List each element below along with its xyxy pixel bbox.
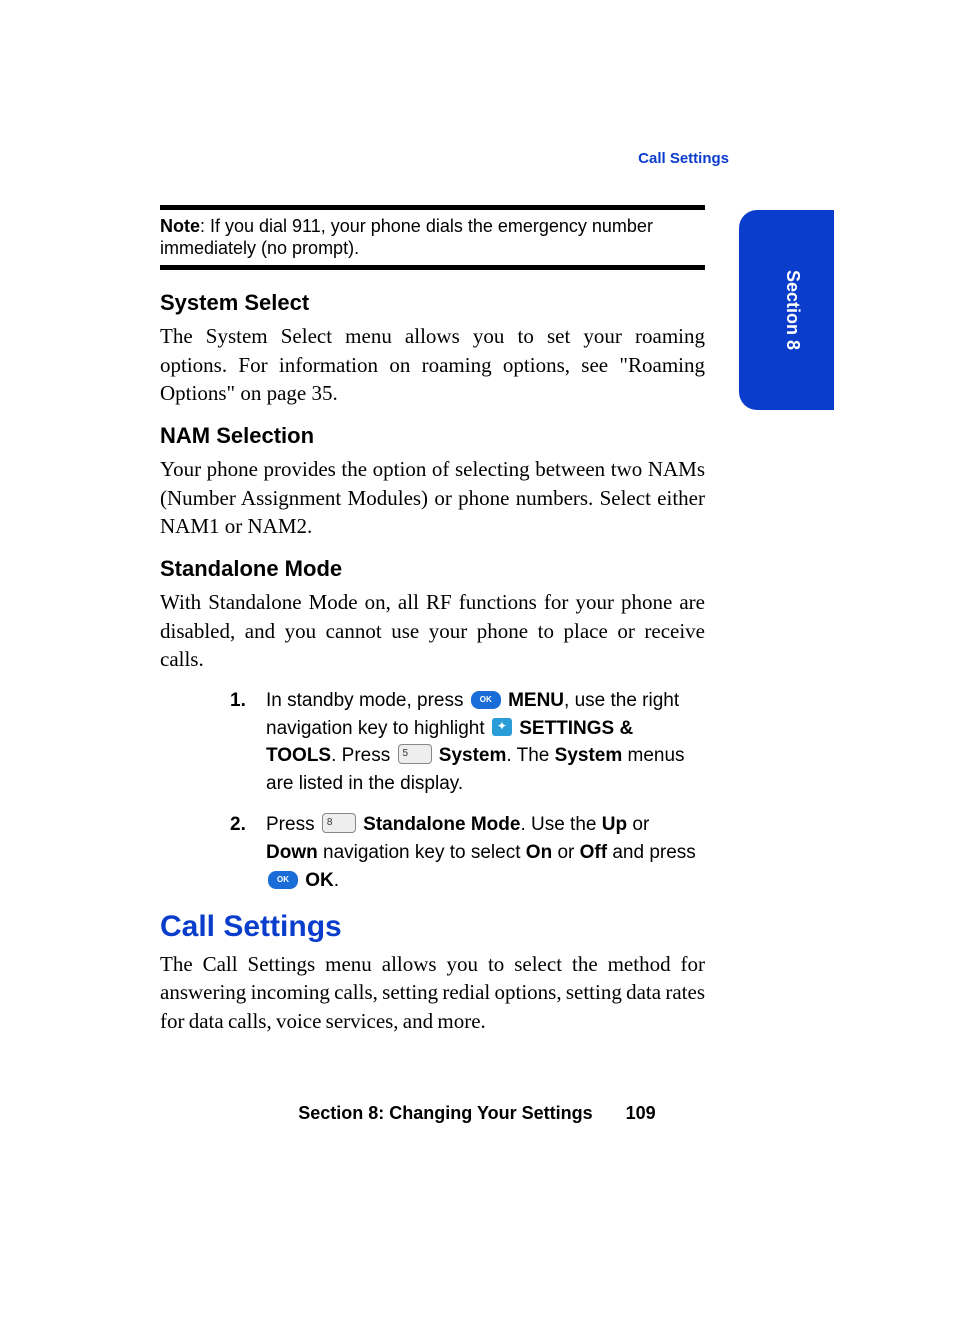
key-5-icon [398,744,432,764]
section-tab-label: Section 8 [783,270,802,350]
step-2-text-a: Press [266,814,320,835]
heading-system-select: System Select [160,290,705,316]
step-1-menu: MENU [508,690,564,711]
note-text: : If you dial 911, your phone dials the … [160,216,653,258]
heading-nam-selection: NAM Selection [160,423,705,449]
body-standalone-mode: With Standalone Mode on, all RF function… [160,588,705,673]
section-tab: Section 8 [739,210,834,410]
step-2-on: On [526,842,552,863]
ok-button-icon [471,691,501,709]
footer-page-number: 109 [626,1103,656,1123]
step-2-down: Down [266,842,318,863]
step-2-number: 2. [230,811,246,839]
body-system-select: The System Select menu allows you to set… [160,322,705,407]
heading-call-settings: Call Settings [160,910,705,944]
steps-list: 1. In standby mode, press MENU, use the … [230,687,705,894]
step-2-off: Off [580,842,607,863]
step-2-ok: OK [305,870,334,891]
key-8-icon [322,813,356,833]
step-2-text-g: . [334,870,339,891]
running-head: Call Settings [638,150,729,167]
step-1-text-c: . Press [331,745,395,766]
step-1-number: 1. [230,687,246,715]
body-nam-selection: Your phone provides the option of select… [160,455,705,540]
step-2-text-f: and press [607,842,696,863]
step-2-text-c: or [627,814,649,835]
page-footer: Section 8: Changing Your Settings 109 [0,1103,954,1124]
step-2-text-b: . Use the [520,814,601,835]
footer-title: Section 8: Changing Your Settings [298,1103,592,1123]
step-1-system: System [439,745,507,766]
step-2-text-e: or [552,842,579,863]
note-box: Note: If you dial 911, your phone dials … [160,205,705,270]
step-2-standalone: Standalone Mode [363,814,520,835]
step-2-text-d: navigation key to select [318,842,526,863]
step-2: 2. Press Standalone Mode. Use the Up or … [230,811,705,894]
step-1-system2: System [555,745,623,766]
body-call-settings: The Call Settings menu allows you to sel… [160,950,705,1035]
heading-standalone-mode: Standalone Mode [160,556,705,582]
step-1: 1. In standby mode, press MENU, use the … [230,687,705,797]
note-label: Note [160,216,200,236]
ok-button-icon [268,871,298,889]
step-1-text-d: . The [506,745,554,766]
step-2-up: Up [602,814,627,835]
tools-icon [492,718,512,736]
step-1-text-a: In standby mode, press [266,690,469,711]
